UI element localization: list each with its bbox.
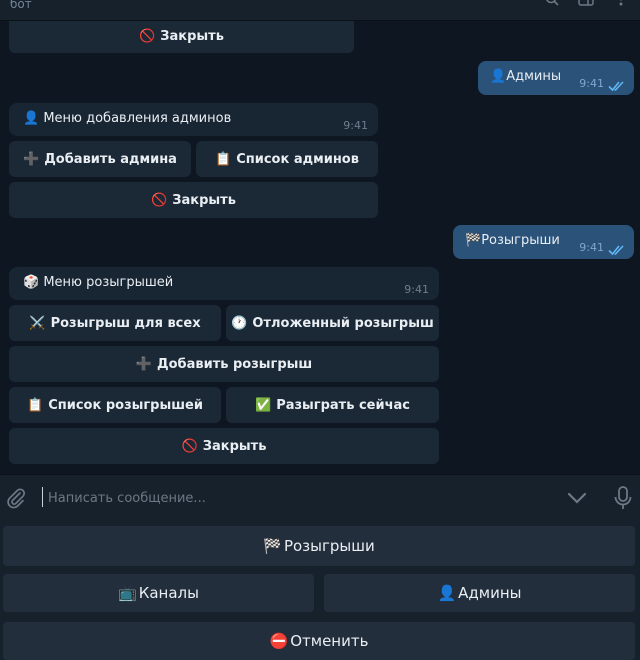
reply-keyboard: 🏁 Розыгрыши 📺 Каналы 👤 Админы ⛔ Отменить	[0, 522, 640, 660]
crossed-swords-icon: ⚔️	[29, 315, 46, 331]
text-caret	[42, 487, 43, 507]
user-emoji-icon: 👤	[437, 584, 457, 602]
inline-button-giveaway-for-all[interactable]: ⚔️ Розыгрыш для всех	[9, 305, 221, 341]
read-receipt-icon	[608, 245, 624, 256]
dice-icon: 🎲	[23, 275, 40, 290]
clipboard-icon: 📋	[27, 397, 44, 413]
chat-header: бот	[0, 0, 640, 21]
sidebar-toggle-icon[interactable]	[578, 0, 594, 6]
prohibited-icon: 🚫	[181, 438, 198, 454]
inline-button-add-admin[interactable]: ➕ Добавить админа	[9, 141, 191, 177]
check-mark-icon: ✅	[255, 397, 272, 413]
more-options-icon[interactable]	[618, 0, 632, 6]
chevron-down-icon[interactable]	[566, 489, 588, 507]
keyboard-button-channels[interactable]: 📺 Каналы	[3, 574, 314, 612]
chat-history[interactable]: 🚫 Закрыть 👤Админы 9:41 👤 Меню добавления…	[0, 21, 640, 474]
message-time: 9:41	[343, 119, 368, 132]
outgoing-message[interactable]: 🏁Розыгрыши 9:41	[453, 225, 634, 259]
inline-button-add-giveaway[interactable]: ➕ Добавить розыгрыш	[9, 346, 439, 382]
chat-status: бот	[10, 0, 32, 11]
inline-button-label: Отложенный розыгрыш	[252, 315, 434, 331]
message-text: Розыгрыши	[481, 233, 560, 248]
clipboard-icon: 📋	[215, 151, 232, 167]
microphone-icon[interactable]	[612, 485, 634, 511]
message-time: 9:41	[579, 77, 604, 90]
plus-icon: ➕	[135, 356, 152, 372]
outgoing-message[interactable]: 👤Админы 9:41	[478, 61, 634, 95]
checkered-flag-icon: 🏁	[465, 233, 482, 248]
checkered-flag-icon: 🏁	[263, 537, 282, 555]
keyboard-button-cancel[interactable]: ⛔ Отменить	[3, 622, 635, 660]
clock-icon: 🕐	[231, 315, 248, 331]
inline-button-close[interactable]: 🚫 Закрыть	[9, 182, 378, 218]
keyboard-button-admins[interactable]: 👤 Админы	[324, 574, 635, 612]
inline-button-admin-list[interactable]: 📋 Список админов	[196, 141, 378, 177]
keyboard-button-label: Каналы	[138, 584, 199, 602]
plus-icon: ➕	[23, 151, 40, 167]
keyboard-button-label: Отменить	[290, 632, 369, 650]
inline-button-delayed-giveaway[interactable]: 🕐 Отложенный розыгрыш	[226, 305, 439, 341]
message-text: Меню розыгрышей	[43, 275, 174, 290]
inline-button-label: Разыграть сейчас	[276, 397, 410, 413]
message-time: 9:41	[404, 283, 429, 296]
message-time: 9:41	[579, 241, 604, 254]
message-composer	[0, 474, 640, 523]
paperclip-icon[interactable]	[6, 487, 26, 511]
user-emoji-icon: 👤	[23, 111, 40, 126]
keyboard-button-label: Админы	[458, 584, 522, 602]
inline-button-draw-now[interactable]: ✅ Разыграть сейчас	[226, 387, 439, 423]
inline-button-close[interactable]: 🚫 Закрыть	[9, 428, 439, 464]
inline-button-label: Список розыгрышей	[48, 397, 203, 413]
incoming-message: 👤 Меню добавления админов 9:41	[9, 103, 378, 136]
inline-button-label: Розыгрыш для всех	[50, 315, 201, 331]
inline-button-close[interactable]: 🚫 Закрыть	[9, 21, 354, 53]
message-input[interactable]	[46, 487, 530, 509]
incoming-message: 🎲 Меню розыгрышей 9:41	[9, 267, 439, 300]
inline-button-label: Добавить админа	[44, 151, 177, 167]
message-text: Админы	[506, 69, 562, 84]
no-entry-icon: ⛔	[269, 632, 289, 650]
user-emoji-icon: 👤	[490, 69, 507, 84]
message-text: Меню добавления админов	[43, 111, 232, 126]
inline-button-label: Закрыть	[160, 29, 224, 44]
read-receipt-icon	[608, 81, 624, 92]
prohibited-icon: 🚫	[139, 29, 156, 44]
inline-button-label: Добавить розыгрыш	[157, 356, 313, 372]
inline-button-label: Закрыть	[202, 438, 267, 454]
keyboard-button-giveaways[interactable]: 🏁 Розыгрыши	[3, 526, 635, 566]
inline-button-label: Закрыть	[172, 192, 236, 208]
inline-button-giveaway-list[interactable]: 📋 Список розыгрышей	[9, 387, 221, 423]
television-icon: 📺	[118, 584, 137, 602]
search-icon[interactable]	[545, 0, 559, 6]
inline-button-label: Список админов	[236, 151, 359, 167]
keyboard-button-label: Розыгрыши	[283, 537, 375, 555]
prohibited-icon: 🚫	[151, 192, 168, 208]
